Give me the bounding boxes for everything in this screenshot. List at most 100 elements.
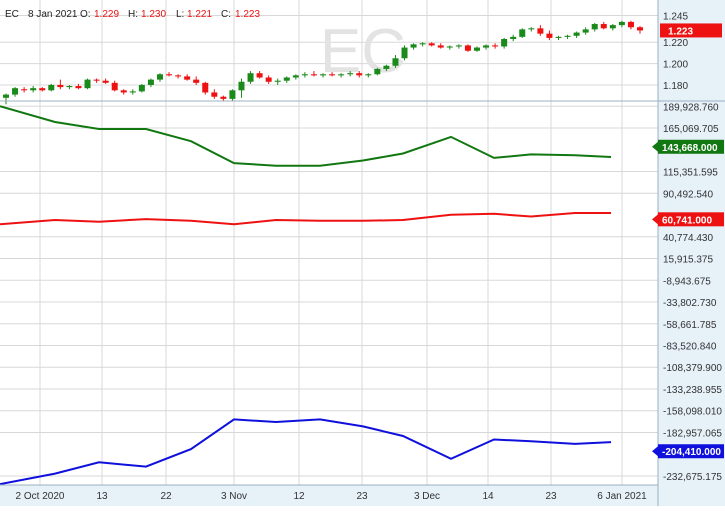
candle-body: [501, 39, 508, 47]
header-symbol: EC: [5, 9, 19, 20]
candle-body: [528, 28, 535, 30]
y-tick-label: -158,098.010: [663, 407, 722, 418]
y-tick-label: -108,379.900: [663, 363, 722, 374]
candle-body: [356, 73, 363, 76]
candle-body: [48, 84, 55, 91]
candle-body: [30, 88, 37, 91]
y-tick-label: 1.180: [663, 81, 688, 92]
candle-body: [12, 88, 19, 95]
y-tick-label: 1.200: [663, 60, 688, 71]
y-tick-label: 115,351.595: [663, 168, 718, 179]
x-tick-label: 23: [545, 491, 557, 502]
price-last-label: 1.223: [668, 26, 693, 37]
header-low-value: 1.221: [187, 9, 212, 20]
candle-body: [238, 81, 245, 91]
candle-body: [600, 24, 607, 29]
y-tick-label: -8,943.675: [663, 276, 711, 287]
candle-body: [57, 84, 64, 88]
candle-body: [166, 74, 173, 76]
candle-body: [473, 47, 480, 51]
x-tick-label: 23: [356, 491, 368, 502]
candle-body: [229, 90, 236, 99]
candle-body: [256, 73, 263, 78]
y-tick-label: -58,661.785: [663, 320, 717, 331]
candle-body: [84, 79, 91, 89]
candle-body: [446, 46, 453, 48]
y-tick-label: 15,915.375: [663, 255, 713, 266]
candle-body: [3, 94, 9, 98]
candle-body: [129, 91, 136, 93]
blue-series-line-badge-label: -204,410.000: [662, 447, 721, 458]
candle-body: [338, 74, 345, 76]
x-tick-label: 3 Dec: [414, 491, 440, 502]
candle-body: [510, 36, 517, 39]
y-tick-label: 1.245: [663, 11, 688, 22]
red-series-line-badge-label: 60,741.000: [662, 215, 712, 226]
candle-body: [102, 80, 109, 83]
candle-body: [537, 28, 544, 34]
candle-body: [147, 79, 154, 85]
candle-body: [138, 84, 145, 92]
y-tick-label: -83,520.840: [663, 342, 717, 353]
chart-window: EC 2 Oct 2020 13 22 3 Nov 12 23 3 Dec 14 23 6 Jan…: [0, 0, 725, 506]
x-tick-label: 22: [160, 491, 172, 502]
watermark: EC: [320, 17, 406, 86]
y-tick-label: -182,957.065: [663, 428, 722, 439]
y-tick-label: 40,774.430: [663, 233, 713, 244]
candle-body: [455, 45, 462, 47]
candle-body: [437, 45, 444, 48]
x-tick-label: 12: [293, 491, 305, 502]
candle-body: [546, 33, 553, 38]
candle-body: [39, 88, 46, 91]
candle-body: [401, 47, 408, 59]
candle-body: [120, 90, 127, 93]
candle-body: [564, 35, 571, 37]
candle-body: [66, 86, 73, 88]
y-tick-label: -133,238.955: [663, 385, 722, 396]
candle-body: [573, 32, 580, 36]
header-high-value: 1.230: [141, 9, 166, 20]
candle-body: [193, 79, 200, 83]
candle-body: [383, 65, 390, 69]
x-tick-label: 13: [96, 491, 108, 502]
candle-body: [184, 76, 191, 80]
candle-body: [419, 43, 426, 45]
candle-body: [265, 77, 272, 82]
x-tick-label: 3 Nov: [221, 491, 247, 502]
candle-body: [329, 74, 336, 76]
x-tick-label: 14: [482, 491, 494, 502]
candle-body: [582, 29, 589, 33]
candle-body: [428, 43, 435, 46]
candle-body: [175, 75, 182, 77]
candle-body: [483, 45, 490, 48]
y-tick-label: -33,802.730: [663, 298, 717, 309]
candle-body: [392, 58, 399, 66]
candle-body: [301, 74, 308, 76]
y-tick-label: 189,928.760: [663, 102, 719, 113]
candle-body: [618, 21, 625, 26]
candle-body: [75, 86, 82, 89]
candle-body: [410, 44, 417, 48]
y-tick-label: -232,675.175: [663, 472, 722, 483]
candle-body: [202, 82, 209, 93]
header-close-label: C:: [221, 9, 231, 20]
candle-body: [637, 27, 643, 31]
candle-body: [365, 74, 372, 76]
candle-body: [220, 96, 227, 99]
candle-body: [555, 36, 562, 38]
candle-body: [464, 45, 471, 51]
candle-body: [492, 45, 499, 47]
x-tick-label: 6 Jan 2021: [597, 491, 647, 502]
candle-body: [347, 73, 354, 75]
candle-body: [310, 74, 317, 76]
candle-body: [609, 25, 616, 29]
chart-svg[interactable]: EC 2 Oct 2020 13 22 3 Nov 12 23 3 Dec 14 23 6 Jan…: [0, 0, 725, 506]
candle-body: [283, 77, 290, 81]
candle-body: [274, 80, 281, 82]
y-tick-label: 90,492.540: [663, 189, 713, 200]
candle-body: [156, 74, 163, 80]
header-open-value: 1.229: [94, 9, 119, 20]
candle-body: [292, 75, 299, 78]
header-close-value: 1.223: [235, 9, 260, 20]
candle-body: [93, 79, 100, 81]
